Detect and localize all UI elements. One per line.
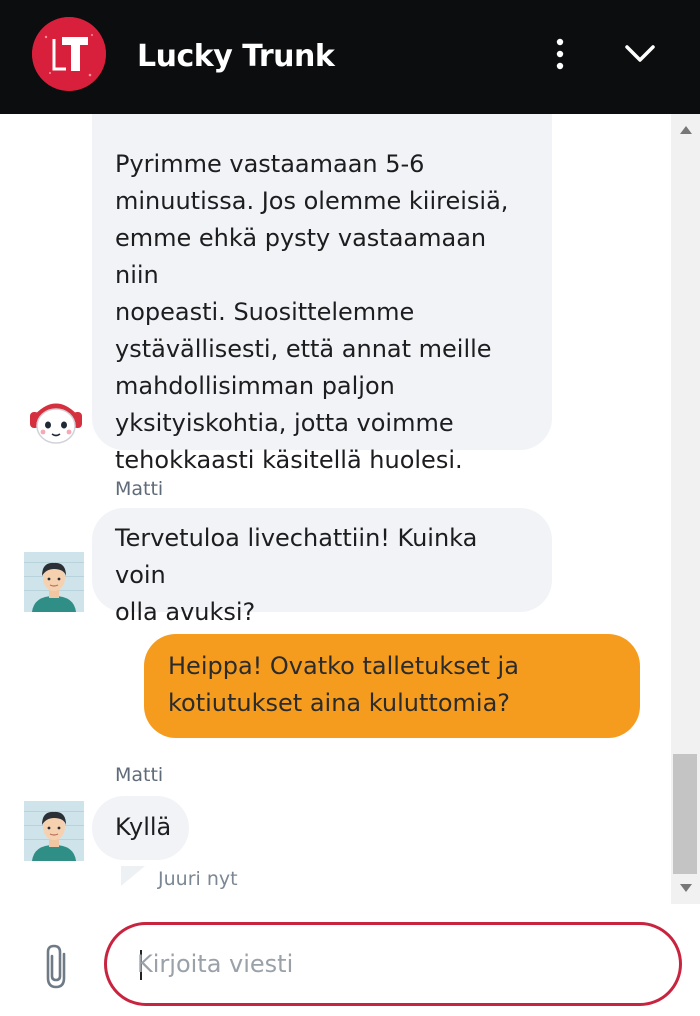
agent-avatar: [24, 801, 84, 861]
sender-name: Matti: [115, 478, 164, 500]
agent-message-bubble: Tervetuloa livechattiin! Kuinka voin oll…: [92, 508, 552, 626]
message-list[interactable]: Pyrimme vastaamaan 5-6 minuutissa. Jos o…: [0, 114, 700, 904]
chat-header: Lucky Trunk: [0, 0, 700, 114]
agent-avatar: [24, 552, 84, 612]
bot-message-bubble: Pyrimme vastaamaan 5-6 minuutissa. Jos o…: [92, 114, 552, 474]
message-timestamp: Juuri nyt: [158, 868, 238, 890]
user-message-bubble: Heippa! Ovatko talletukset ja kotiutukse…: [144, 634, 640, 738]
paperclip-icon: [46, 944, 66, 989]
scrollbar[interactable]: [671, 114, 700, 904]
minimize-chat-button[interactable]: [620, 34, 660, 74]
scroll-down-arrow-icon[interactable]: [680, 884, 692, 892]
app-title: Lucky Trunk: [137, 39, 335, 74]
message-input[interactable]: [137, 945, 647, 983]
message-input-container[interactable]: [104, 922, 682, 1006]
more-vertical-icon: [556, 38, 564, 70]
bubble-tail-icon: [121, 866, 145, 886]
attach-file-button[interactable]: [38, 940, 74, 992]
message-composer: [0, 904, 700, 1016]
more-options-button[interactable]: [545, 34, 575, 74]
message-text: Pyrimme vastaamaan 5-6 minuutissa. Jos o…: [115, 150, 509, 474]
bot-avatar: [27, 398, 85, 448]
brand-logo: [32, 17, 106, 91]
scrollbar-thumb[interactable]: [673, 754, 697, 874]
message-text: Heippa! Ovatko talletukset ja kotiutukse…: [168, 652, 519, 717]
agent-message-bubble: Kyllä: [92, 796, 189, 860]
chevron-down-icon: [625, 45, 655, 62]
message-text: Tervetuloa livechattiin! Kuinka voin oll…: [115, 524, 478, 626]
scroll-up-arrow-icon[interactable]: [680, 126, 692, 134]
message-text: Kyllä: [115, 813, 172, 841]
sender-name: Matti: [115, 764, 164, 786]
